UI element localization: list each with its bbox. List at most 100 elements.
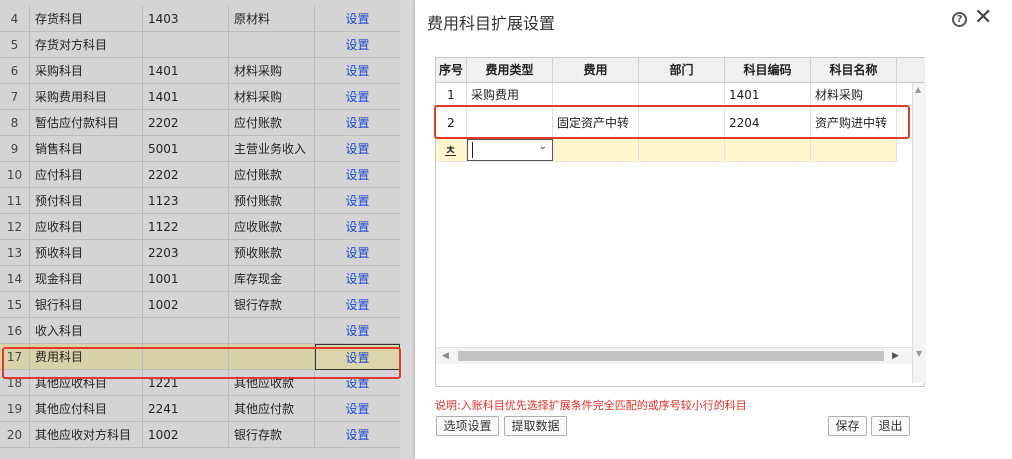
- row-number: 19: [0, 396, 30, 422]
- settings-link[interactable]: 设置: [315, 214, 400, 240]
- settings-link[interactable]: 设置: [315, 110, 400, 136]
- row-number: 7: [0, 84, 30, 110]
- settings-link[interactable]: 设置: [315, 162, 400, 188]
- new-row-cell[interactable]: [553, 138, 639, 162]
- table-row: 10 应付科目 2202 应付账款 设置: [0, 162, 400, 188]
- row-account-name: 原材料: [229, 6, 315, 32]
- new-row-cell[interactable]: [639, 138, 725, 162]
- row-account-name: 其他应付款: [229, 396, 315, 422]
- header-seq[interactable]: 序号: [436, 58, 467, 83]
- cell-seq[interactable]: 1: [436, 83, 467, 107]
- table-row: 20 其他应收对方科目 1002 银行存款 设置: [0, 422, 400, 448]
- row-account-name: 材料采购: [229, 84, 315, 110]
- row-subject-type: 存货科目: [30, 6, 143, 32]
- row-account-name: [229, 32, 315, 58]
- row-account-code: 5001: [143, 136, 229, 162]
- row-subject-type: 预收科目: [30, 240, 143, 266]
- new-row-cell[interactable]: [811, 138, 897, 162]
- header-account-code[interactable]: 科目编码: [725, 58, 811, 83]
- row-number: 13: [0, 240, 30, 266]
- options-settings-button[interactable]: 选项设置: [436, 416, 499, 436]
- row-subject-type: 采购科目: [30, 58, 143, 84]
- scroll-up-arrow-icon[interactable]: ▲: [915, 85, 921, 94]
- row-subject-type: 应收科目: [30, 214, 143, 240]
- row-number: 12: [0, 214, 30, 240]
- settings-link[interactable]: 设置: [315, 136, 400, 162]
- table-row: 6 采购科目 1401 材料采购 设置: [0, 58, 400, 84]
- header-fee[interactable]: 费用: [553, 58, 639, 83]
- fee-type-dropdown[interactable]: ⌄: [467, 139, 553, 161]
- row-account-code: 2202: [143, 162, 229, 188]
- row-subject-type: 其他应收对方科目: [30, 422, 143, 448]
- scrollbar-thumb[interactable]: [458, 351, 884, 361]
- cell-account-code[interactable]: 1401: [725, 83, 811, 107]
- help-icon[interactable]: ?: [952, 12, 967, 27]
- header-fee-type[interactable]: 费用类型: [467, 58, 553, 83]
- row-number: 15: [0, 292, 30, 318]
- table-row: 11 预付科目 1123 预付账款 设置: [0, 188, 400, 214]
- cell-account-name[interactable]: 材料采购: [811, 83, 897, 107]
- scroll-right-arrow-icon[interactable]: ▶: [892, 348, 899, 364]
- text-caret: [472, 142, 473, 158]
- row-account-code: 1401: [143, 58, 229, 84]
- row-number: 16: [0, 318, 30, 344]
- settings-link[interactable]: 设置: [315, 422, 400, 448]
- table-row: 16 收入科目 设置: [0, 318, 400, 344]
- settings-link[interactable]: 设置: [315, 318, 400, 344]
- row-number: 4: [0, 6, 30, 32]
- row-account-code: 2241: [143, 396, 229, 422]
- cell-fee[interactable]: [553, 83, 639, 107]
- row-subject-type: 预付科目: [30, 188, 143, 214]
- save-button[interactable]: 保存: [828, 416, 867, 436]
- new-row-cell[interactable]: [725, 138, 811, 162]
- scroll-left-arrow-icon[interactable]: ◀: [442, 348, 449, 364]
- row-account-name: 预付账款: [229, 188, 315, 214]
- table-row: 14 现金科目 1001 库存现金 设置: [0, 266, 400, 292]
- row-number: 8: [0, 110, 30, 136]
- settings-link[interactable]: 设置: [315, 292, 400, 318]
- settings-link[interactable]: 设置: [315, 6, 400, 32]
- close-icon[interactable]: ✕: [974, 6, 992, 30]
- explanation-note: 说明:入账科目优先选择扩展条件完全匹配的或序号较小行的科目: [435, 399, 747, 412]
- row-account-name: 银行存款: [229, 422, 315, 448]
- row-account-code: 1122: [143, 214, 229, 240]
- settings-link[interactable]: 设置: [315, 32, 400, 58]
- cell-department[interactable]: [639, 83, 725, 107]
- row-number: 14: [0, 266, 30, 292]
- header-account-name[interactable]: 科目名称: [811, 58, 897, 83]
- table-row: 12 应收科目 1122 应收账款 设置: [0, 214, 400, 240]
- row-account-name: 材料采购: [229, 58, 315, 84]
- vertical-scrollbar[interactable]: ▲: [912, 83, 926, 383]
- row-subject-type: 采购费用科目: [30, 84, 143, 110]
- fetch-data-button[interactable]: 提取数据: [504, 416, 567, 436]
- row-account-code: [143, 32, 229, 58]
- header-department[interactable]: 部门: [639, 58, 725, 83]
- horizontal-scrollbar[interactable]: ◀ ▶: [436, 347, 912, 364]
- row-account-name: 应付账款: [229, 162, 315, 188]
- settings-link[interactable]: 设置: [315, 84, 400, 110]
- row-account-code: 1002: [143, 422, 229, 448]
- row-account-name: [229, 318, 315, 344]
- row-account-code: 1403: [143, 6, 229, 32]
- new-row-marker-icon: ㅊ: [445, 143, 457, 157]
- settings-link[interactable]: 设置: [315, 58, 400, 84]
- row-account-code: 1002: [143, 292, 229, 318]
- row-account-name: 主营业务收入: [229, 136, 315, 162]
- chevron-down-icon: ⌄: [538, 141, 547, 152]
- settings-link[interactable]: 设置: [315, 240, 400, 266]
- table-row: 5 存货对方科目 设置: [0, 32, 400, 58]
- scroll-down-arrow-icon[interactable]: ▼: [916, 349, 922, 358]
- exit-button[interactable]: 退出: [871, 416, 910, 436]
- row-subject-type: 银行科目: [30, 292, 143, 318]
- row-subject-type: 现金科目: [30, 266, 143, 292]
- row-number: 11: [0, 188, 30, 214]
- settings-link[interactable]: 设置: [315, 266, 400, 292]
- settings-link[interactable]: 设置: [315, 396, 400, 422]
- row-number: 6: [0, 58, 30, 84]
- highlight-outline-expense-row: [2, 347, 401, 379]
- table-row: 9 销售科目 5001 主营业务收入 设置: [0, 136, 400, 162]
- cell-fee-type[interactable]: 采购费用: [467, 83, 553, 107]
- row-subject-type: 收入科目: [30, 318, 143, 344]
- table-row: 19 其他应付科目 2241 其他应付款 设置: [0, 396, 400, 422]
- settings-link[interactable]: 设置: [315, 188, 400, 214]
